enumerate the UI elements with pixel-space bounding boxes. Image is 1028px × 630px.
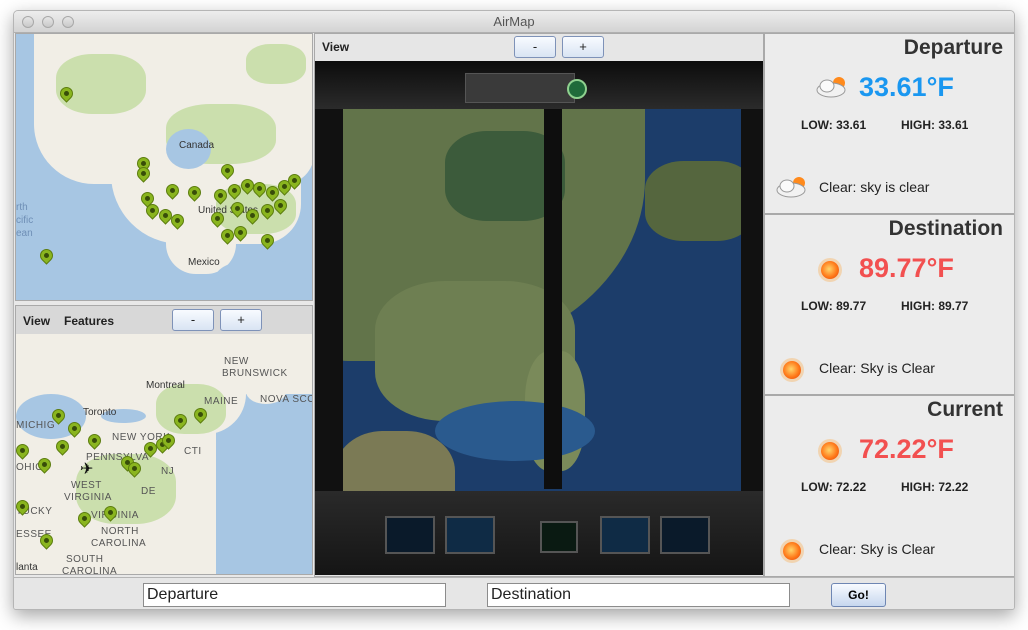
sun-icon — [821, 442, 839, 460]
departure-input[interactable]: Departure — [143, 583, 446, 607]
map-label-connecticut: CTI — [184, 446, 202, 457]
overview-map-panel: Canada United States Mexico rth cific ea… — [15, 33, 313, 301]
cockpit-zoom-in-button[interactable]: + — [562, 36, 604, 58]
map-label-north-carolina: CAROLINA — [91, 538, 147, 549]
overview-map[interactable]: Canada United States Mexico rth cific ea… — [16, 34, 312, 300]
current-weather-panel: Current 72.22°F LOW: 72.22 HIGH: 72.22 C… — [764, 395, 1014, 577]
map-label-west: WEST — [71, 480, 102, 491]
regional-map[interactable]: NEW BRUNSWICK Montreal MAINE NOVA SCO To… — [16, 334, 313, 575]
destination-high: HIGH: 89.77 — [901, 299, 969, 313]
map-label-canada: Canada — [179, 140, 215, 151]
destination-description: Clear: Sky is Clear — [819, 360, 935, 376]
map-label-south-carolina: CAROLINA — [62, 566, 118, 575]
map-label-atlanta: lanta — [16, 562, 38, 573]
destination-temperature: 89.77°F — [859, 253, 954, 283]
airport-marker[interactable] — [37, 246, 56, 265]
map-label-toronto: Toronto — [83, 407, 117, 418]
title-bar: AirMap — [14, 11, 1014, 33]
departure-description: Clear: sky is clear — [819, 179, 930, 195]
app-window: AirMap Canada United States Mexico rth c… — [13, 10, 1015, 610]
current-description: Clear: Sky is Clear — [819, 541, 935, 557]
cloud-sun-icon — [776, 177, 806, 198]
map-label-pennsylvania: PENNSYLVA — [86, 452, 150, 463]
sun-icon — [783, 361, 801, 379]
current-high: HIGH: 72.22 — [901, 480, 969, 494]
map-label-maine: MAINE — [204, 396, 239, 407]
current-title: Current — [927, 398, 1003, 421]
map-label-south: SOUTH — [66, 554, 104, 565]
earth-satellite-view — [315, 101, 763, 551]
departure-high: HIGH: 33.61 — [901, 118, 969, 132]
map-label-nova-scotia: NOVA SCO — [260, 394, 313, 405]
map-view-menu[interactable]: View — [23, 314, 50, 328]
map-features-menu[interactable]: Features — [64, 314, 114, 328]
departure-temperature: 33.61°F — [859, 72, 954, 102]
map-label-michigan: MICHIG — [16, 420, 56, 431]
current-temperature: 72.22°F — [859, 434, 954, 464]
airplane-icon: ✈ — [80, 459, 94, 478]
map-label-montreal: Montreal — [146, 380, 185, 391]
map-label-de: DE — [141, 486, 156, 497]
map-label-ocean: ean — [16, 228, 33, 239]
map-zoom-out-button[interactable]: - — [172, 309, 214, 331]
map-label-north: rth — [16, 202, 28, 213]
destination-weather-panel: Destination 89.77°F LOW: 89.77 HIGH: 89.… — [764, 214, 1014, 395]
go-button[interactable]: Go! — [831, 583, 886, 607]
departure-low: LOW: 33.61 — [801, 118, 867, 132]
cockpit-view-menu[interactable]: View — [322, 40, 349, 54]
window-title: AirMap — [493, 14, 535, 29]
map-label-mexico: Mexico — [188, 257, 220, 268]
map-label-pacific: cific — [16, 215, 34, 226]
cockpit-view[interactable] — [315, 61, 763, 575]
regional-map-panel: View Features - + NEW BRUNSWICK Montreal… — [15, 305, 313, 575]
current-low: LOW: 72.22 — [801, 480, 867, 494]
map-zoom-in-button[interactable]: + — [220, 309, 262, 331]
map-label-west-virginia: VIRGINIA — [64, 492, 112, 503]
cloud-sun-icon — [816, 77, 846, 98]
cockpit-view-panel: View - + — [314, 33, 764, 577]
map-label-brunswick: BRUNSWICK — [222, 368, 288, 379]
sun-icon — [783, 542, 801, 560]
departure-title: Departure — [903, 36, 1003, 59]
map-label-new: NEW — [224, 356, 249, 367]
cockpit-zoom-out-button[interactable]: - — [514, 36, 556, 58]
destination-input[interactable]: Destination — [487, 583, 790, 607]
map-label-nj: NJ — [161, 466, 175, 477]
destination-low: LOW: 89.77 — [801, 299, 867, 313]
destination-title: Destination — [888, 217, 1003, 240]
sun-icon — [821, 261, 839, 279]
route-input-bar: Departure Destination Go! — [14, 577, 1014, 609]
map-label-north: NORTH — [101, 526, 139, 537]
departure-weather-panel: Departure 33.61°F LOW: 33.61 HIGH: 33.61… — [764, 33, 1014, 214]
